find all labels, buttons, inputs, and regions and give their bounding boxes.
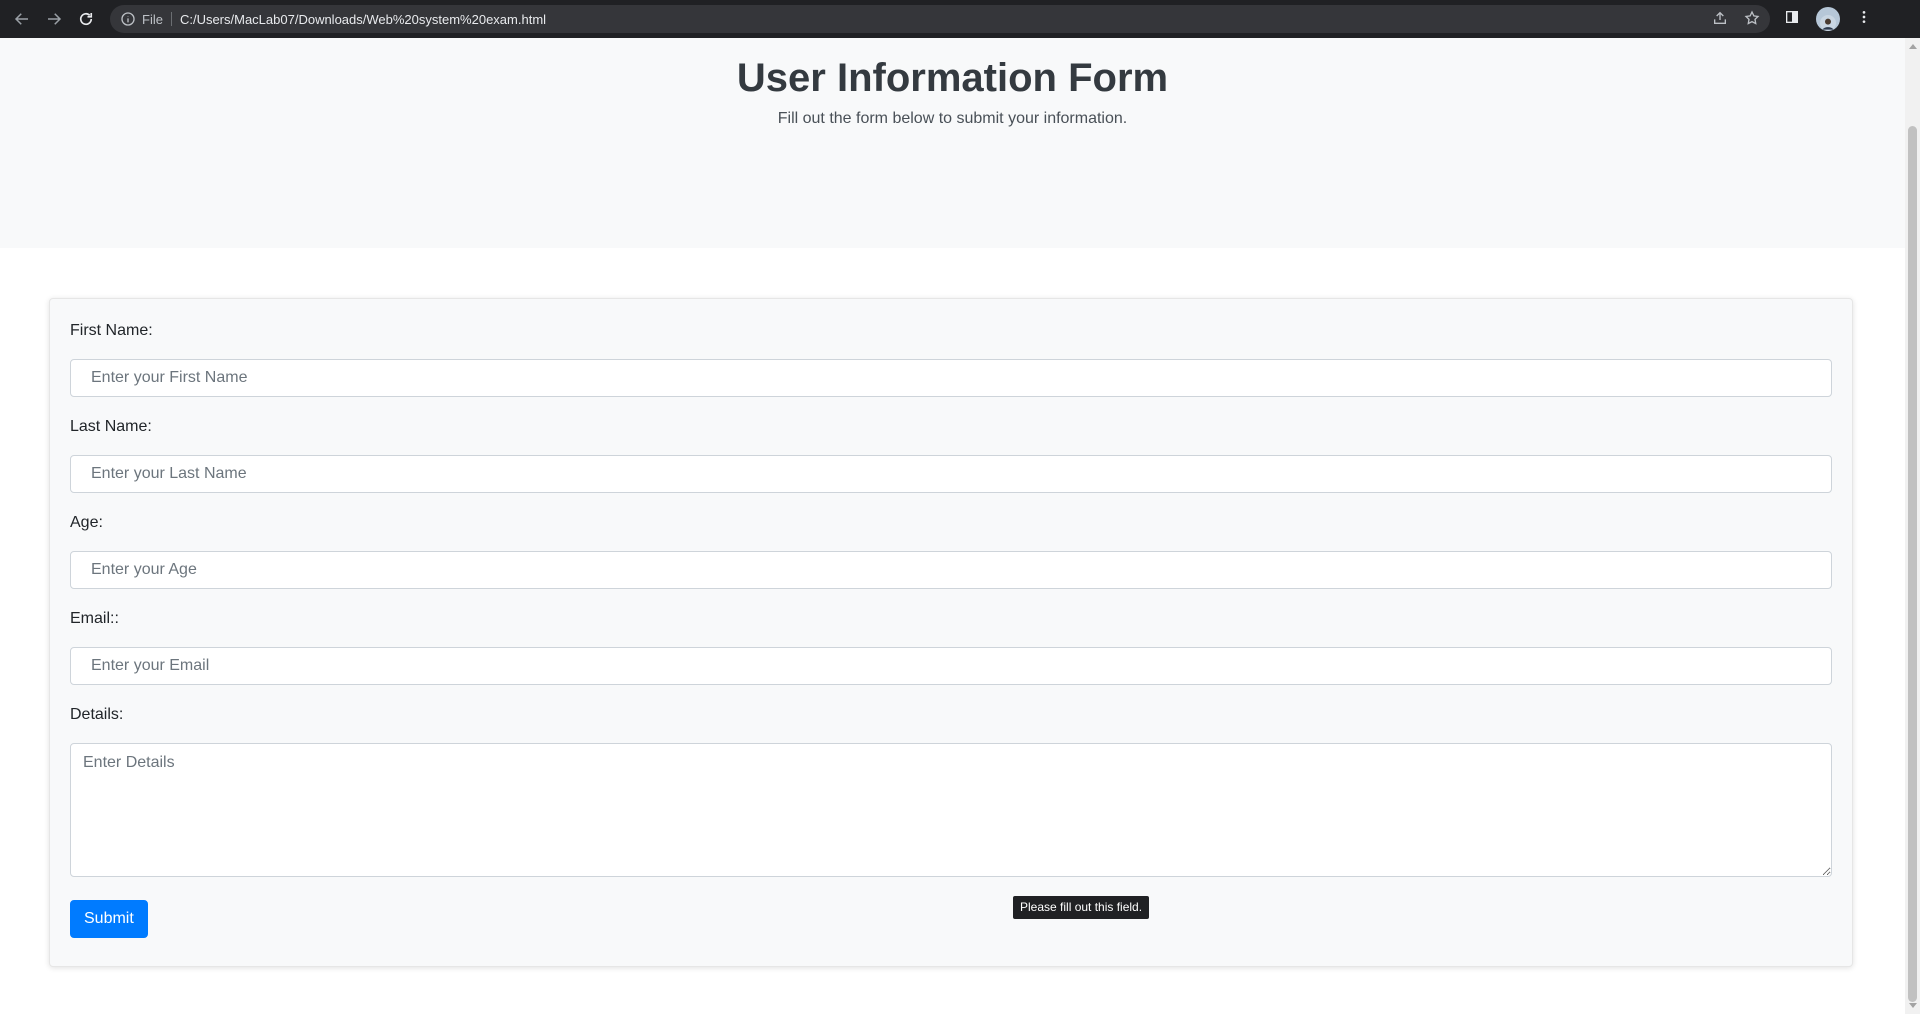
email-input[interactable]: [70, 647, 1832, 685]
age-input[interactable]: [70, 551, 1832, 589]
first-name-label: First Name:: [70, 322, 153, 339]
page-subtitle: Fill out the form below to submit your i…: [777, 110, 1128, 127]
email-label: Email::: [70, 610, 119, 627]
scroll-down-arrow-icon[interactable]: [1909, 1003, 1917, 1008]
details-group: Details:: [70, 703, 1832, 877]
bookmark-star-icon[interactable]: [1744, 9, 1760, 29]
email-group: Email::: [70, 607, 1832, 685]
user-info-form: First Name: Last Name: Age: Email:: Deta…: [49, 298, 1853, 967]
last-name-label: Last Name:: [70, 418, 152, 435]
page-title: User Information Form: [736, 56, 1169, 100]
share-icon[interactable]: [1712, 10, 1728, 29]
address-bar[interactable]: File C:/Users/MacLab07/Downloads/Web%20s…: [110, 5, 1770, 33]
omnibox-divider: [170, 12, 172, 26]
forward-arrow-icon[interactable]: [38, 3, 70, 35]
back-arrow-icon[interactable]: [6, 3, 38, 35]
vertical-scrollbar[interactable]: [1905, 38, 1920, 1014]
scheme-label: File: [142, 11, 163, 27]
page-viewport: User Information Form Fill out the form …: [0, 38, 1920, 1014]
first-name-group: First Name:: [70, 319, 1832, 397]
age-label: Age:: [70, 514, 103, 531]
header-jumbotron: User Information Form Fill out the form …: [0, 38, 1905, 248]
submit-button[interactable]: Submit: [70, 900, 148, 938]
first-name-input[interactable]: [70, 359, 1832, 397]
details-label: Details:: [70, 706, 124, 723]
side-panel-icon[interactable]: [1784, 9, 1800, 30]
menu-kebab-icon[interactable]: [1856, 9, 1872, 30]
last-name-group: Last Name:: [70, 415, 1832, 493]
scrollbar-thumb[interactable]: [1908, 126, 1917, 1002]
info-icon[interactable]: [120, 11, 136, 27]
reload-icon[interactable]: [70, 3, 102, 35]
scroll-up-arrow-icon[interactable]: [1909, 44, 1917, 49]
details-textarea[interactable]: [70, 743, 1832, 877]
omnibox-actions: [1712, 5, 1760, 33]
browser-toolbar: File C:/Users/MacLab07/Downloads/Web%20s…: [0, 0, 1920, 38]
age-group: Age:: [70, 511, 1832, 589]
profile-avatar[interactable]: [1816, 7, 1840, 31]
validation-tooltip: Please fill out this field.: [1013, 896, 1150, 919]
last-name-input[interactable]: [70, 455, 1832, 493]
toolbar-right: [1784, 7, 1872, 31]
url-text[interactable]: C:/Users/MacLab07/Downloads/Web%20system…: [180, 12, 546, 27]
